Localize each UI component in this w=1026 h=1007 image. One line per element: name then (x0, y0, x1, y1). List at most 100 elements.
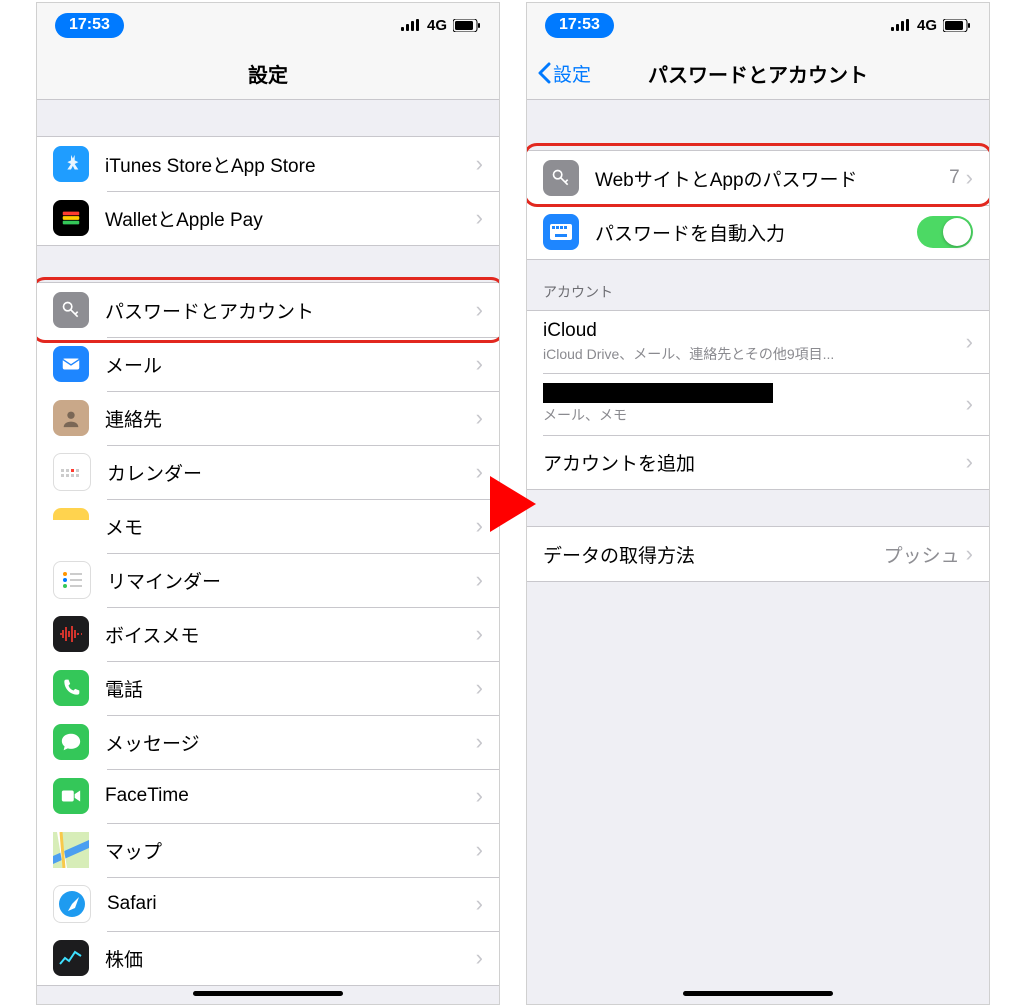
row-safari[interactable]: Safari › (37, 877, 499, 931)
group-apps: パスワードとアカウント › メール › 連絡先 › カレンダー › メモ (37, 282, 499, 986)
chevron-right-icon: › (476, 567, 483, 593)
status-time: 17:53 (545, 13, 614, 38)
row-contacts[interactable]: 連絡先 › (37, 391, 499, 445)
row-website-passwords[interactable]: WebサイトとAppのパスワード 7 › (527, 151, 989, 205)
row-reminders[interactable]: リマインダー › (37, 553, 499, 607)
row-maps[interactable]: マップ › (37, 823, 499, 877)
status-bar: 17:53 4G (527, 3, 989, 47)
wallet-icon (53, 200, 89, 236)
settings-list[interactable]: iTunes StoreとApp Store › WalletとApple Pa… (37, 100, 499, 1004)
battery-icon (943, 19, 971, 32)
back-label: 設定 (553, 60, 591, 87)
row-label: カレンダー (107, 459, 476, 486)
row-label: アカウントを追加 (543, 449, 966, 476)
group-store: iTunes StoreとApp Store › WalletとApple Pa… (37, 136, 499, 246)
nav-bar: 設定 (37, 47, 499, 100)
row-messages[interactable]: メッセージ › (37, 715, 499, 769)
row-mail[interactable]: メール › (37, 337, 499, 391)
chevron-right-icon: › (476, 151, 483, 177)
status-time: 17:53 (55, 13, 124, 38)
page-title: 設定 (248, 59, 288, 88)
maps-icon (53, 832, 89, 868)
row-itunes-store[interactable]: iTunes StoreとApp Store › (37, 137, 499, 191)
chevron-right-icon: › (476, 945, 483, 971)
row-value: 7 (949, 167, 960, 189)
row-hidden-account[interactable]: メール、メモ › (527, 373, 989, 435)
autofill-toggle[interactable] (917, 216, 973, 248)
row-label: 電話 (105, 675, 476, 702)
chevron-right-icon: › (476, 205, 483, 231)
chevron-right-icon: › (476, 351, 483, 377)
chevron-right-icon: › (476, 405, 483, 431)
chevron-right-icon: › (476, 729, 483, 755)
row-fetch-data[interactable]: データの取得方法 プッシュ › (527, 527, 989, 581)
chevron-right-icon: › (476, 513, 483, 539)
keyboard-icon (543, 214, 579, 250)
notes-icon (53, 508, 89, 544)
account-title: iCloud (543, 320, 966, 342)
row-notes[interactable]: メモ › (37, 499, 499, 553)
chevron-right-icon: › (476, 297, 483, 323)
chevron-right-icon: › (476, 621, 483, 647)
row-facetime[interactable]: FaceTime › (37, 769, 499, 823)
row-label: Safari (107, 893, 476, 915)
row-label: WalletとApple Pay (105, 205, 476, 232)
row-icloud-account[interactable]: iCloud iCloud Drive、メール、連絡先とその他9項目... › (527, 311, 989, 373)
row-phone[interactable]: 電話 › (37, 661, 499, 715)
row-label: ボイスメモ (105, 621, 476, 648)
passwords-phone: 17:53 4G 設定 パスワードとアカウント WebサイトとAppのパスワード… (526, 2, 990, 1005)
chevron-right-icon: › (476, 459, 483, 485)
row-label: メッセージ (105, 729, 476, 756)
network-label: 4G (917, 17, 937, 34)
row-autofill-passwords[interactable]: パスワードを自動入力 (527, 205, 989, 259)
passwords-content[interactable]: WebサイトとAppのパスワード 7 › パスワードを自動入力 アカウント iC… (527, 100, 989, 1004)
chevron-left-icon (537, 62, 551, 84)
home-indicator[interactable] (193, 991, 343, 996)
row-label: メール (105, 351, 476, 378)
page-title: パスワードとアカウント (648, 59, 868, 88)
settings-phone: 17:53 4G 設定 iTunes StoreとApp Store › Wal… (36, 2, 500, 1005)
row-label: メモ (105, 513, 476, 540)
facetime-icon (53, 778, 89, 814)
home-indicator[interactable] (683, 991, 833, 996)
chevron-right-icon: › (966, 165, 973, 191)
row-label: 株価 (105, 945, 476, 972)
voicememo-icon (53, 616, 89, 652)
chevron-right-icon: › (476, 891, 483, 917)
row-label: FaceTime (105, 785, 476, 807)
accounts-header: アカウント (527, 260, 989, 310)
row-label: 連絡先 (105, 405, 476, 432)
appstore-icon (53, 146, 89, 182)
status-icons: 4G (401, 17, 481, 34)
row-label: WebサイトとAppのパスワード (595, 165, 949, 192)
row-stocks[interactable]: 株価 › (37, 931, 499, 985)
row-label: マップ (105, 837, 476, 864)
calendar-icon (53, 453, 91, 491)
row-calendar[interactable]: カレンダー › (37, 445, 499, 499)
contacts-icon (53, 400, 89, 436)
redacted-account-name (543, 383, 773, 403)
reminders-icon (53, 561, 91, 599)
status-icons: 4G (891, 17, 971, 34)
chevron-right-icon: › (476, 783, 483, 809)
chevron-right-icon: › (966, 391, 973, 417)
chevron-right-icon: › (966, 541, 973, 567)
group-passwords: WebサイトとAppのパスワード 7 › パスワードを自動入力 (527, 150, 989, 260)
group-fetch: データの取得方法 プッシュ › (527, 526, 989, 582)
row-add-account[interactable]: アカウントを追加 › (527, 435, 989, 489)
row-voicememo[interactable]: ボイスメモ › (37, 607, 499, 661)
signal-icon (891, 19, 911, 31)
nav-bar: 設定 パスワードとアカウント (527, 47, 989, 100)
row-passwords-accounts[interactable]: パスワードとアカウント › (37, 283, 499, 337)
row-label: データの取得方法 (543, 541, 884, 568)
messages-icon (53, 724, 89, 760)
row-label: パスワードを自動入力 (595, 219, 917, 246)
chevron-right-icon: › (966, 329, 973, 355)
network-label: 4G (427, 17, 447, 34)
safari-icon (53, 885, 91, 923)
chevron-right-icon: › (476, 675, 483, 701)
back-button[interactable]: 設定 (537, 60, 591, 87)
row-wallet[interactable]: WalletとApple Pay › (37, 191, 499, 245)
key-icon (53, 292, 89, 328)
row-label: リマインダー (107, 567, 476, 594)
